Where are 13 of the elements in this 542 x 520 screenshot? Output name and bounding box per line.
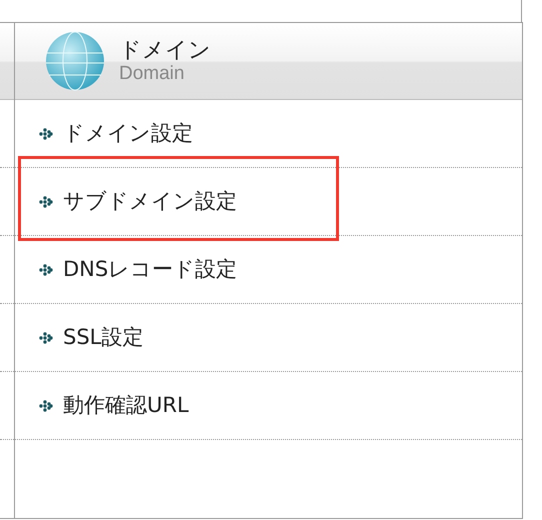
menu-link[interactable]: ドメイン設定 [39, 118, 193, 150]
arrow-icon [39, 398, 53, 412]
menu-link[interactable]: SSL設定 [39, 322, 144, 354]
globe-icon [45, 31, 105, 91]
menu-link[interactable]: DNSレコード設定 [39, 254, 238, 286]
arrow-icon [39, 262, 53, 276]
arrow-icon [39, 126, 53, 140]
menu-link[interactable]: 動作確認URL [39, 390, 189, 422]
menu-link[interactable]: サブドメイン設定 [39, 186, 237, 218]
arrow-icon [39, 194, 53, 208]
header-subtitle: Domain [119, 64, 186, 82]
header-title: ドメイン [119, 40, 211, 62]
arrow-icon [39, 330, 53, 344]
